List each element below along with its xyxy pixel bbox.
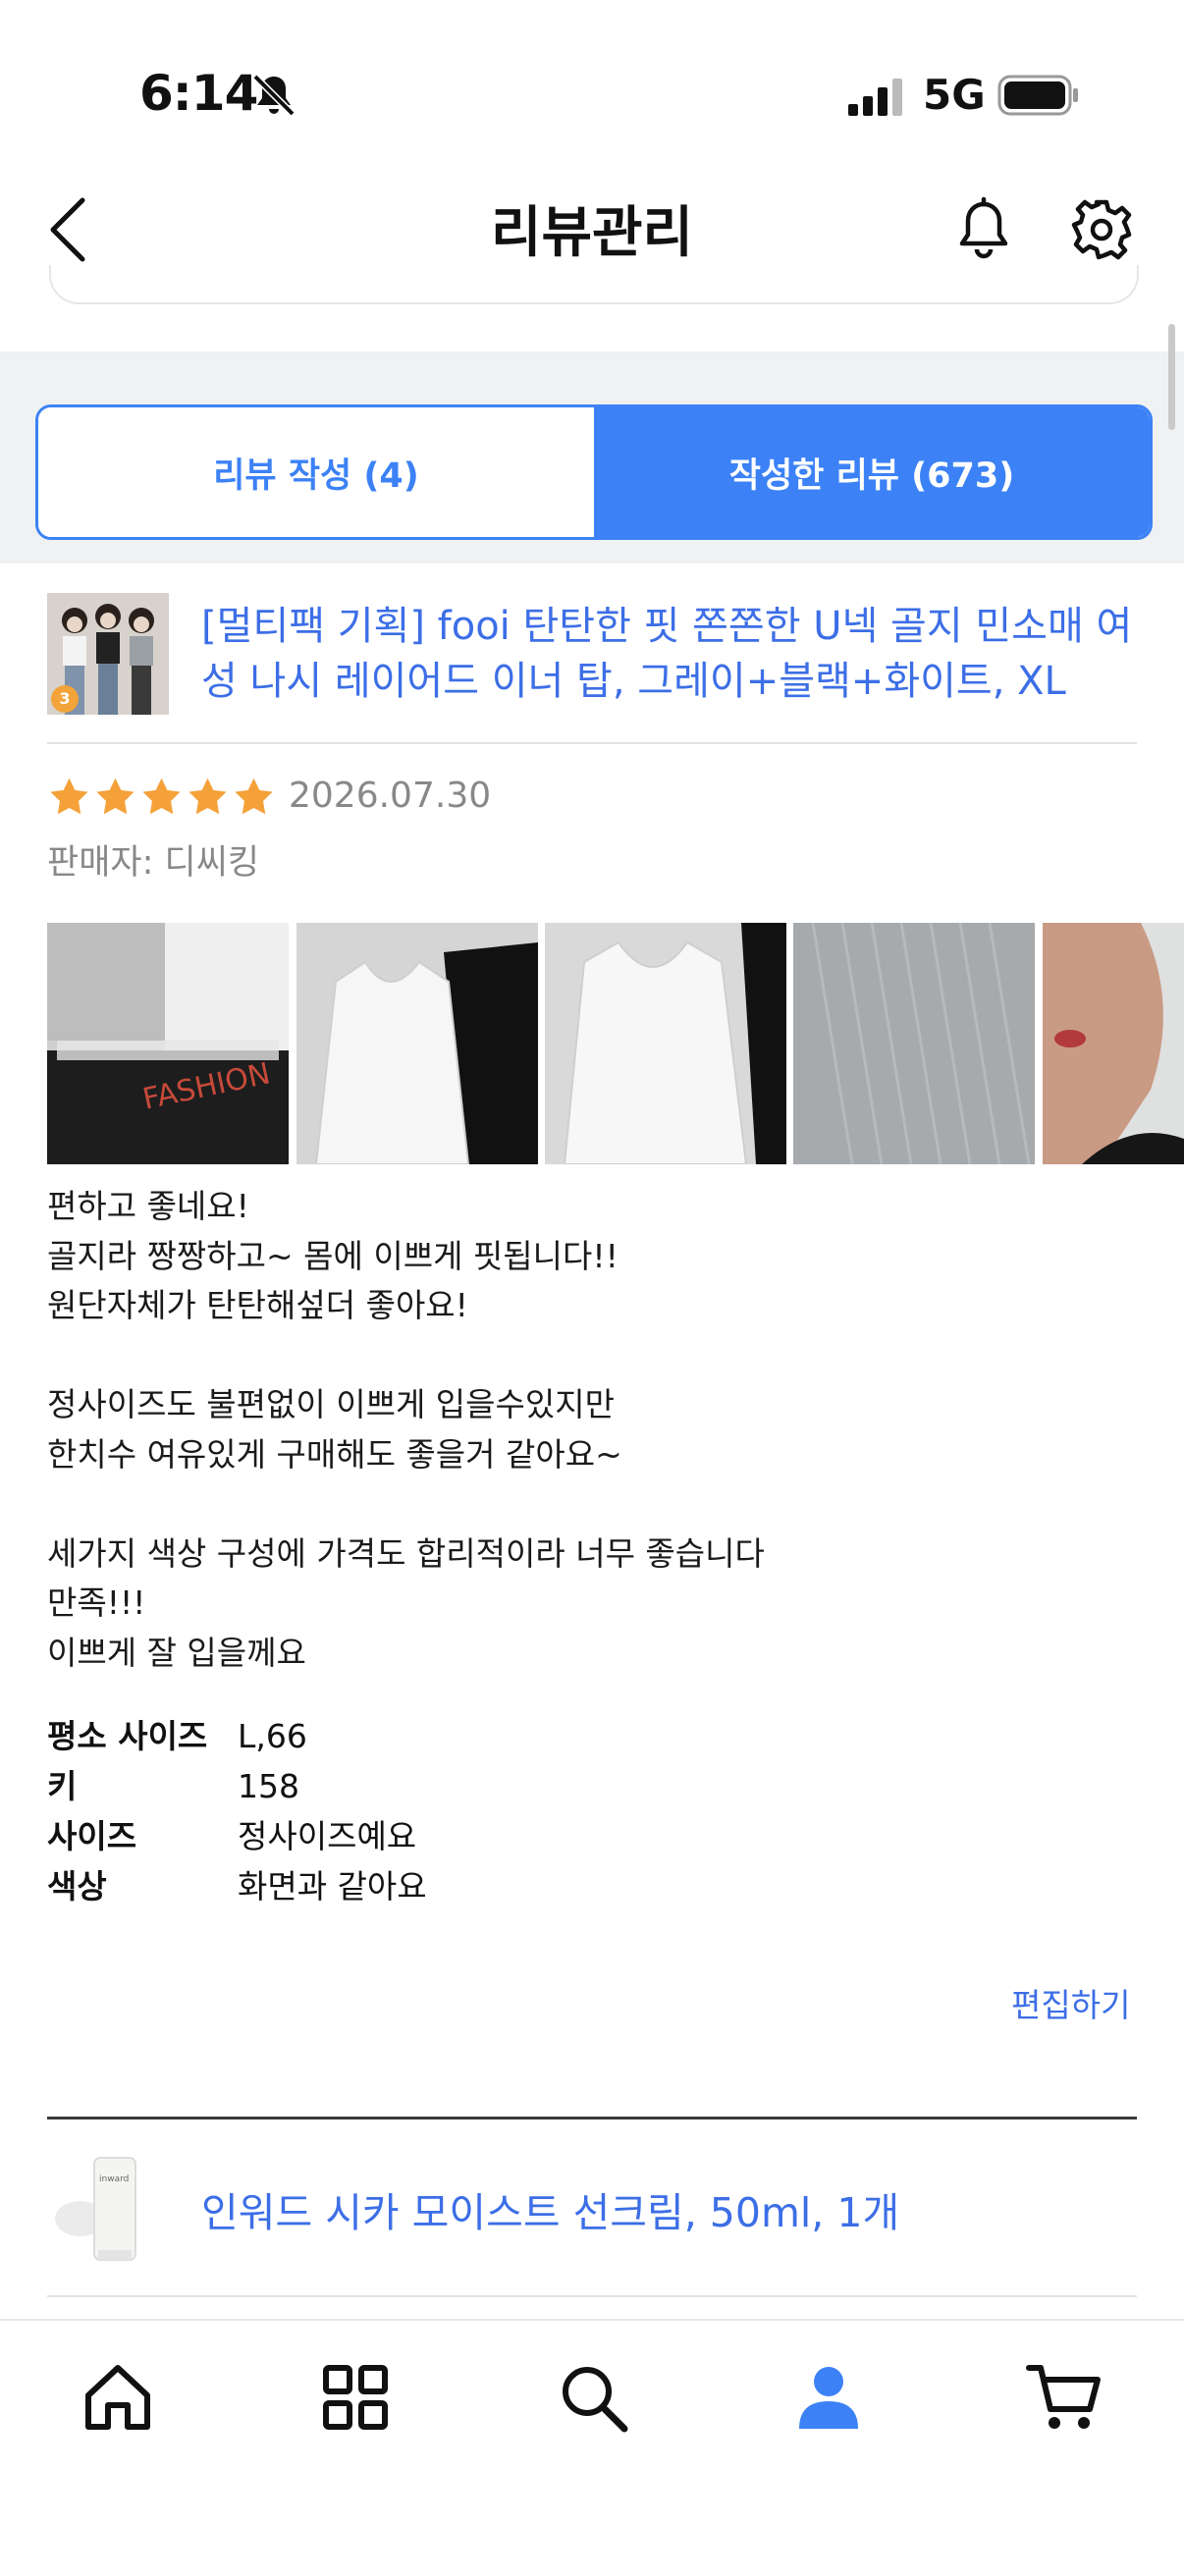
previous-card-edge	[49, 265, 1139, 304]
tab-write-review[interactable]: 리뷰 작성 (4)	[38, 407, 594, 537]
cart-icon[interactable]	[1025, 2358, 1103, 2437]
seller-name: 판매자: 디씨킹	[47, 843, 260, 883]
notification-bell-icon[interactable]	[952, 196, 1015, 263]
star-icon	[235, 778, 273, 815]
review-photo[interactable]: FASHION	[47, 923, 289, 1164]
review-tabs: 리뷰 작성 (4) 작성한 리뷰 (673)	[35, 404, 1153, 540]
settings-gear-icon[interactable]	[1068, 196, 1135, 263]
tab-written-reviews[interactable]: 작성한 리뷰 (673)	[594, 407, 1150, 537]
review-photo-image	[545, 923, 786, 1164]
product-thumbnail[interactable]: inward	[51, 2152, 159, 2268]
spec-row-color: 색상 화면과 같아요	[47, 1862, 427, 1911]
bell-off-icon	[252, 74, 296, 117]
divider	[47, 2295, 1137, 2297]
spec-row-usual-size: 평소 사이즈 L,66	[47, 1712, 307, 1761]
spec-row-size-fit: 사이즈 정사이즈예요	[47, 1812, 416, 1861]
review-photo-image	[1043, 923, 1184, 1164]
review-photo-image	[793, 923, 1035, 1164]
home-icon[interactable]	[79, 2358, 157, 2437]
review-divider	[47, 2117, 1137, 2120]
network-type: 5G	[923, 71, 986, 119]
star-icon	[142, 778, 181, 815]
status-time: 6:14	[139, 65, 258, 122]
spec-row-height: 키 158	[47, 1762, 299, 1811]
review-body-text: 편하고 좋네요! 골지라 짱짱하고~ 몸에 이쁘게 핏됩니다!! 원단자체가 탄…	[47, 1187, 765, 1672]
spec-value: 정사이즈예요	[238, 1817, 417, 1855]
review-photo[interactable]	[296, 923, 538, 1164]
review-photo-image	[296, 923, 538, 1164]
category-grid-icon[interactable]	[316, 2358, 395, 2437]
product-title-link[interactable]: [멀티팩 기획] fooi 탄탄한 핏 쫀쫀한 U넥 골지 민소매 여성 나시 …	[201, 599, 1144, 709]
spec-value: 화면과 같아요	[238, 1867, 427, 1905]
review-photo[interactable]	[545, 923, 786, 1164]
star-icon	[96, 778, 135, 815]
thumbnail-badge: 3	[51, 685, 79, 713]
product-title-link[interactable]: 인워드 시카 모이스트 선크림, 50ml, 1개	[201, 2179, 899, 2238]
edit-review-link[interactable]: 편집하기	[1011, 1979, 1130, 2026]
cellular-signal-icon	[848, 79, 902, 116]
scrollbar[interactable]	[1168, 324, 1175, 430]
review-date: 2026.07.30	[289, 776, 492, 816]
battery-icon	[997, 75, 1078, 116]
review-photo[interactable]	[1043, 923, 1184, 1164]
spec-label: 키	[47, 1767, 78, 1805]
review-photo-image: FASHION	[47, 923, 289, 1164]
search-icon[interactable]	[554, 2358, 632, 2437]
star-rating	[47, 776, 279, 819]
divider	[47, 742, 1137, 744]
star-icon	[50, 778, 88, 815]
profile-icon[interactable]	[789, 2358, 868, 2437]
star-icon	[188, 778, 227, 815]
spec-value: 158	[238, 1767, 299, 1805]
spec-label: 사이즈	[47, 1817, 137, 1855]
thumbnail-brand-text: inward	[99, 2174, 129, 2184]
review-photo[interactable]	[793, 923, 1035, 1164]
spec-value: L,66	[238, 1717, 307, 1755]
spec-label: 색상	[47, 1867, 107, 1905]
spec-label: 평소 사이즈	[47, 1717, 208, 1755]
